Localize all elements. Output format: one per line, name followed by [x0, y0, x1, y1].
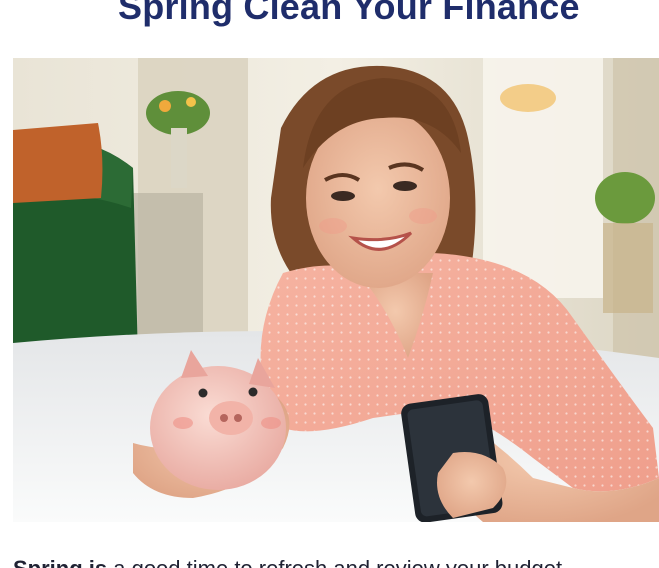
- article-intro-text: Spring is a good time to refresh and rev…: [13, 554, 562, 568]
- article-page: Spring Clean Your Finance: [0, 0, 659, 568]
- article-headline: Spring Clean Your Finance: [118, 0, 580, 27]
- article-photo: [13, 58, 659, 522]
- article-intro-rest: a good time to refresh and review your b…: [107, 556, 562, 568]
- article-intro-lead: Spring is: [13, 556, 107, 568]
